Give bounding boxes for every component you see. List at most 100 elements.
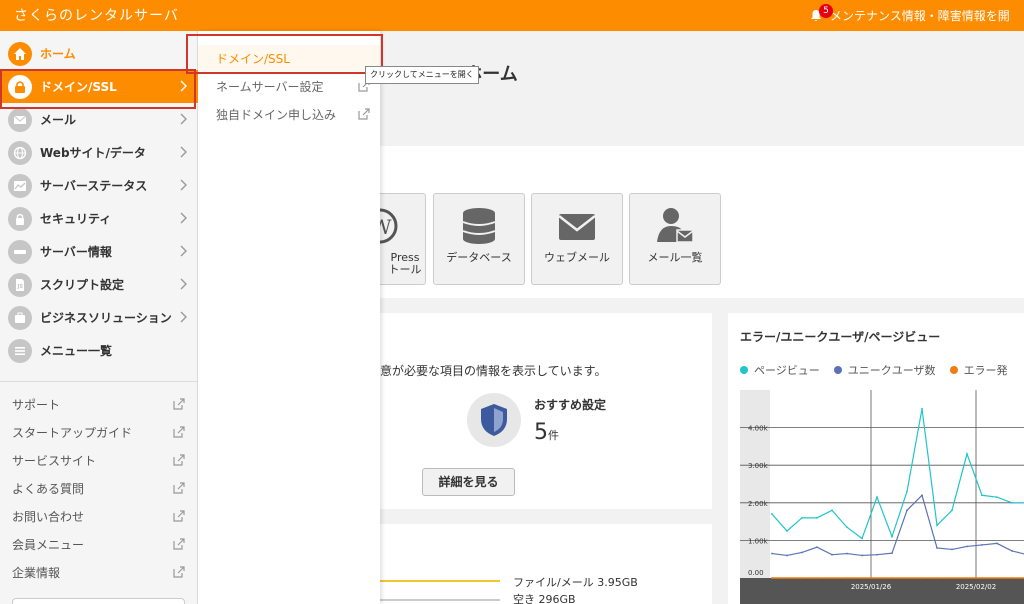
- sidebar-item-security[interactable]: セキュリティ: [0, 202, 198, 235]
- recommend-count-unit: 件: [548, 429, 559, 442]
- data-point: [891, 552, 893, 555]
- data-point: [996, 496, 998, 499]
- data-point: [861, 554, 863, 557]
- legend-label: エラー発: [963, 364, 1008, 377]
- submenu-item-domain-apply[interactable]: 独自ドメイン申し込み: [198, 101, 380, 127]
- disk-free-bar: [380, 599, 500, 601]
- disk-used-text: ファイル/メール 3.95GB: [513, 576, 638, 589]
- shield-icon: [481, 404, 507, 436]
- brand-title[interactable]: さくらのレンタルサーバ: [14, 5, 179, 25]
- sidebar-bottom-button[interactable]: [12, 598, 185, 604]
- svg-text:JS: JS: [17, 284, 24, 290]
- data-point: [846, 577, 848, 579]
- link-support[interactable]: サポート: [12, 394, 187, 414]
- legend-dot: [833, 366, 842, 374]
- link-company-info[interactable]: 企業情報: [12, 562, 187, 582]
- x-tick-label: 2025/01/26: [851, 583, 892, 591]
- data-point: [921, 577, 923, 579]
- disk-used-bar: [380, 580, 500, 582]
- sidebar-item-server-status[interactable]: サーバーステータス: [0, 169, 198, 202]
- link-member-menu[interactable]: 会員メニュー: [12, 534, 187, 554]
- series-line-1: [771, 408, 1024, 540]
- data-point: [981, 544, 983, 546]
- link-service-site[interactable]: サービスサイト: [12, 450, 187, 470]
- link-label: 会員メニュー: [12, 537, 85, 552]
- data-point: [771, 552, 773, 555]
- link-label: よくある質問: [12, 481, 85, 496]
- data-point: [876, 553, 878, 556]
- app-webmail[interactable]: ウェブメール: [531, 193, 623, 285]
- data-point: [831, 577, 833, 579]
- legend-item[interactable]: ユニークユーザ数: [833, 362, 936, 378]
- data-point: [951, 548, 953, 551]
- external-link-icon: [173, 426, 185, 438]
- sidebar-item-label: サーバーステータス: [40, 179, 148, 193]
- sidebar-item-business-solution[interactable]: ビジネスソリューション: [0, 301, 198, 334]
- sidebar-item-label: サーバー情報: [40, 245, 112, 259]
- link-faq[interactable]: よくある質問: [12, 478, 187, 498]
- data-point: [996, 577, 998, 579]
- data-point: [936, 547, 938, 549]
- app-mail-list[interactable]: メール一覧: [629, 193, 721, 285]
- external-link-icon: [173, 454, 185, 466]
- submenu-item-domain-ssl[interactable]: ドメイン/SSL: [198, 45, 380, 71]
- app-label: ウェブメール: [544, 251, 610, 264]
- sidebar-item-home[interactable]: ホーム: [0, 37, 198, 70]
- line-chart: 4.00k 3.00k 2.00k 1.00k 0.00 2025/01/26 2025/0…: [740, 390, 1024, 604]
- data-point: [816, 516, 818, 519]
- chart-x-axis-band: [740, 578, 1024, 604]
- data-point: [861, 577, 863, 579]
- data-point: [966, 453, 968, 455]
- maintenance-notice-text[interactable]: メンテナンス情報・障害情報を開: [830, 7, 1010, 24]
- legend-item[interactable]: エラー発: [949, 362, 1008, 378]
- top-header: さくらのレンタルサーバ 5 メンテナンス情報・障害情報を開: [0, 0, 1024, 31]
- data-point: [906, 509, 908, 512]
- link-label: サービスサイト: [12, 453, 97, 468]
- sidebar-item-mail[interactable]: メール: [0, 103, 198, 136]
- y-tick-label: 1.00k: [748, 537, 769, 545]
- data-point: [831, 509, 833, 512]
- link-label: スタートアップガイド: [12, 425, 133, 440]
- y-tick-label: 4.00k: [748, 425, 769, 433]
- external-link-icon: [173, 482, 185, 494]
- sidebar-item-menu-list[interactable]: メニュー一覧: [0, 334, 198, 367]
- data-point: [906, 490, 908, 493]
- link-startup-guide[interactable]: スタートアップガイド: [12, 422, 187, 442]
- data-point: [891, 577, 893, 579]
- sidebar-item-label: メール: [40, 113, 77, 127]
- submenu-item-nameserver[interactable]: ネームサーバー設定: [198, 73, 380, 99]
- data-point: [771, 513, 773, 515]
- sidebar: ホーム ドメイン/SSL メール Webサイト/データ サーバーステータス セキ…: [0, 31, 198, 604]
- chevron-right-icon: [180, 80, 187, 92]
- chart-title: エラー/ユニークユーザ/ページビュー: [740, 330, 941, 344]
- sidebar-divider: [0, 381, 198, 382]
- script-icon: JS: [8, 272, 32, 297]
- data-point: [786, 530, 788, 532]
- legend-item[interactable]: ページビュー: [740, 362, 820, 378]
- app-database[interactable]: データベース: [433, 193, 525, 285]
- data-point: [936, 524, 938, 527]
- recommend-count: 5件: [534, 420, 559, 445]
- x-tick-label: 2025/02/02: [956, 583, 996, 591]
- submenu-label: ドメイン/SSL: [216, 51, 290, 66]
- sidebar-item-domain-ssl[interactable]: ドメイン/SSL: [0, 70, 198, 103]
- data-point: [861, 537, 863, 540]
- legend-dot: [740, 366, 748, 374]
- sidebar-item-web-data[interactable]: Webサイト/データ: [0, 136, 198, 169]
- external-link-icon: [173, 566, 185, 578]
- bell-icon[interactable]: 5: [810, 3, 833, 23]
- data-point: [921, 494, 923, 497]
- link-contact[interactable]: お問い合わせ: [12, 506, 187, 526]
- envelope-icon: [558, 214, 596, 240]
- chevron-right-icon: [180, 113, 187, 125]
- data-point: [1011, 550, 1013, 552]
- view-details-button[interactable]: 詳細を見る: [422, 468, 515, 496]
- globe-icon: [8, 140, 32, 165]
- data-point: [801, 516, 803, 519]
- briefcase-icon: [8, 305, 32, 330]
- sidebar-item-server-info[interactable]: サーバー情報: [0, 235, 198, 268]
- mail-icon: [8, 107, 32, 132]
- maintenance-notice[interactable]: 5 メンテナンス情報・障害情報を開: [810, 3, 1010, 24]
- sidebar-item-script-settings[interactable]: JS スクリプト設定: [0, 268, 198, 301]
- external-link-icon: [358, 108, 370, 120]
